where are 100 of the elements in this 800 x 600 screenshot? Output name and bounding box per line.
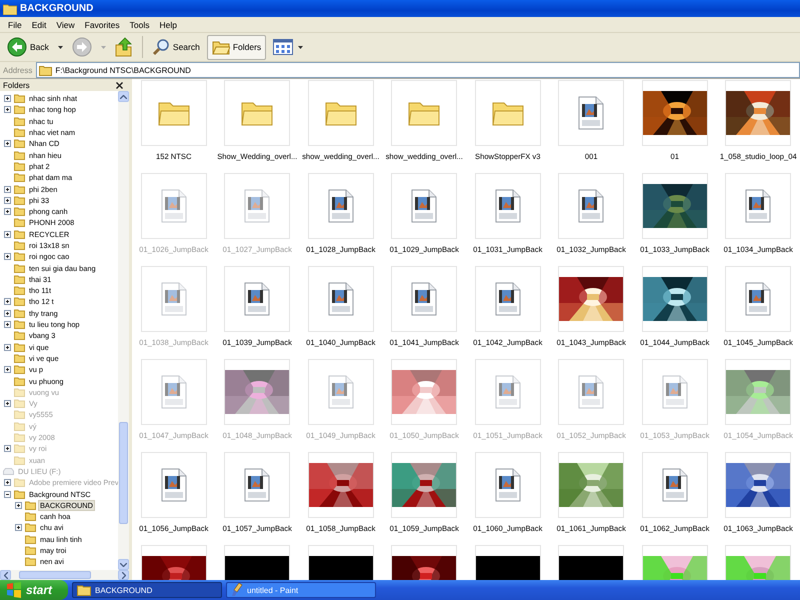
- file-thumbnail[interactable]: [308, 173, 374, 239]
- file-thumbnail[interactable]: [642, 266, 708, 332]
- expand-icon[interactable]: [4, 253, 11, 260]
- file-thumbnail[interactable]: [308, 80, 374, 146]
- expand-icon[interactable]: [15, 524, 22, 532]
- file-thumbnail[interactable]: [391, 452, 458, 518]
- file-thumbnail[interactable]: [642, 173, 708, 239]
- expand-icon[interactable]: [4, 445, 11, 452]
- file-thumbnail[interactable]: [140, 359, 207, 425]
- file-thumbnail[interactable]: [558, 359, 624, 425]
- views-icon[interactable]: [273, 39, 294, 55]
- file-thumbnail[interactable]: [725, 359, 792, 425]
- expand-icon[interactable]: [15, 502, 22, 509]
- search-button[interactable]: Search: [148, 34, 204, 60]
- file-thumbnail[interactable]: [308, 452, 374, 518]
- expand-icon[interactable]: [4, 366, 11, 374]
- file-thumbnail[interactable]: [474, 452, 541, 518]
- file-thumbnail[interactable]: [140, 452, 207, 518]
- close-icon[interactable]: [116, 82, 123, 88]
- file-thumbnail[interactable]: [224, 173, 290, 239]
- expand-icon[interactable]: [4, 321, 11, 328]
- expand-icon[interactable]: [4, 196, 11, 204]
- file-thumbnail[interactable]: [642, 359, 708, 425]
- expand-icon[interactable]: [4, 95, 11, 102]
- expand-icon[interactable]: [4, 230, 11, 238]
- file-thumbnail[interactable]: [391, 266, 458, 332]
- address-field[interactable]: F:\Background NTSC\BACKGROUND: [36, 62, 800, 78]
- scrollbar-thumb[interactable]: [119, 422, 128, 524]
- folder-icon: [14, 173, 25, 182]
- file-thumbnail[interactable]: [642, 452, 708, 518]
- menu-item[interactable]: Help: [154, 20, 182, 30]
- file-thumbnail[interactable]: [558, 452, 624, 518]
- scroll-up-button[interactable]: [118, 91, 129, 102]
- menu-item[interactable]: File: [3, 20, 27, 30]
- scroll-left-button[interactable]: [0, 570, 11, 580]
- menu-item[interactable]: View: [51, 20, 80, 30]
- window-title: BACKGROUND: [20, 3, 94, 14]
- file-thumbnail[interactable]: [474, 266, 541, 332]
- folder-icon: [14, 433, 25, 442]
- folder-icon: [14, 331, 25, 340]
- back-button[interactable]: Back: [3, 34, 53, 60]
- horizontal-scrollbar[interactable]: [0, 570, 129, 580]
- file-thumbnail[interactable]: [558, 266, 624, 332]
- menu-item[interactable]: Favorites: [80, 20, 125, 30]
- scroll-down-button[interactable]: [118, 559, 129, 570]
- folder-icon: [77, 584, 91, 596]
- file-thumbnail[interactable]: [474, 80, 541, 146]
- vertical-scrollbar[interactable]: [118, 91, 129, 570]
- folder-up-icon[interactable]: [114, 37, 133, 57]
- file-thumbnail[interactable]: [725, 80, 792, 146]
- file-thumbnail[interactable]: [558, 173, 624, 239]
- folder-icon: [14, 252, 25, 262]
- file-thumbnail[interactable]: [474, 173, 541, 239]
- expand-icon[interactable]: [4, 106, 11, 114]
- file-thumbnail[interactable]: [224, 359, 290, 425]
- file-thumbnail[interactable]: [224, 452, 290, 518]
- folders-button[interactable]: Folders: [206, 34, 266, 60]
- video-file-icon: [494, 375, 521, 409]
- video-file-icon: [244, 189, 270, 223]
- caret-icon[interactable]: [298, 46, 304, 48]
- file-thumbnail[interactable]: [224, 80, 290, 146]
- expand-icon[interactable]: [4, 310, 11, 317]
- folder-icon: [14, 444, 25, 454]
- collapse-icon[interactable]: [4, 490, 11, 498]
- taskbar-button[interactable]: BACKGROUND: [72, 582, 222, 598]
- file-thumbnail[interactable]: [642, 80, 708, 146]
- file-thumbnail[interactable]: [140, 266, 207, 332]
- file-thumbnail[interactable]: [391, 80, 458, 146]
- scrollbar-thumb[interactable]: [19, 571, 91, 579]
- file-thumbnail[interactable]: [725, 173, 792, 239]
- file-thumbnail[interactable]: [224, 266, 290, 332]
- start-button[interactable]: start: [0, 580, 68, 600]
- folder-icon: [492, 100, 524, 126]
- file-thumbnail[interactable]: [725, 452, 792, 518]
- expand-icon[interactable]: [4, 298, 11, 306]
- expand-icon[interactable]: [4, 140, 11, 148]
- file-thumbnail[interactable]: [725, 266, 792, 332]
- scroll-right-button[interactable]: [118, 570, 129, 580]
- file-thumbnail[interactable]: [308, 359, 374, 425]
- menu-item[interactable]: Edit: [26, 20, 52, 30]
- expand-icon[interactable]: [4, 400, 11, 408]
- file-thumbnail[interactable]: [391, 173, 458, 239]
- expand-icon[interactable]: [4, 344, 11, 351]
- taskbar-button[interactable]: untitled - Paint: [226, 582, 376, 598]
- file-thumbnail[interactable]: [308, 266, 374, 332]
- expand-icon[interactable]: [4, 479, 11, 486]
- file-thumbnail[interactable]: [140, 80, 207, 146]
- file-thumbnail[interactable]: [391, 359, 458, 425]
- menu-item[interactable]: Tools: [124, 20, 154, 30]
- chevron-right-icon: [122, 572, 126, 578]
- file-thumbnail[interactable]: [474, 359, 541, 425]
- expand-icon[interactable]: [4, 208, 11, 216]
- drive-icon: [3, 468, 14, 475]
- expand-icon[interactable]: [4, 186, 11, 193]
- file-thumbnail[interactable]: [558, 80, 624, 146]
- caret-icon[interactable]: [58, 46, 63, 48]
- file-thumbnail[interactable]: [140, 173, 207, 239]
- address-label: Address: [3, 66, 32, 74]
- folder-icon: [14, 162, 25, 171]
- video-file-icon: [662, 468, 688, 502]
